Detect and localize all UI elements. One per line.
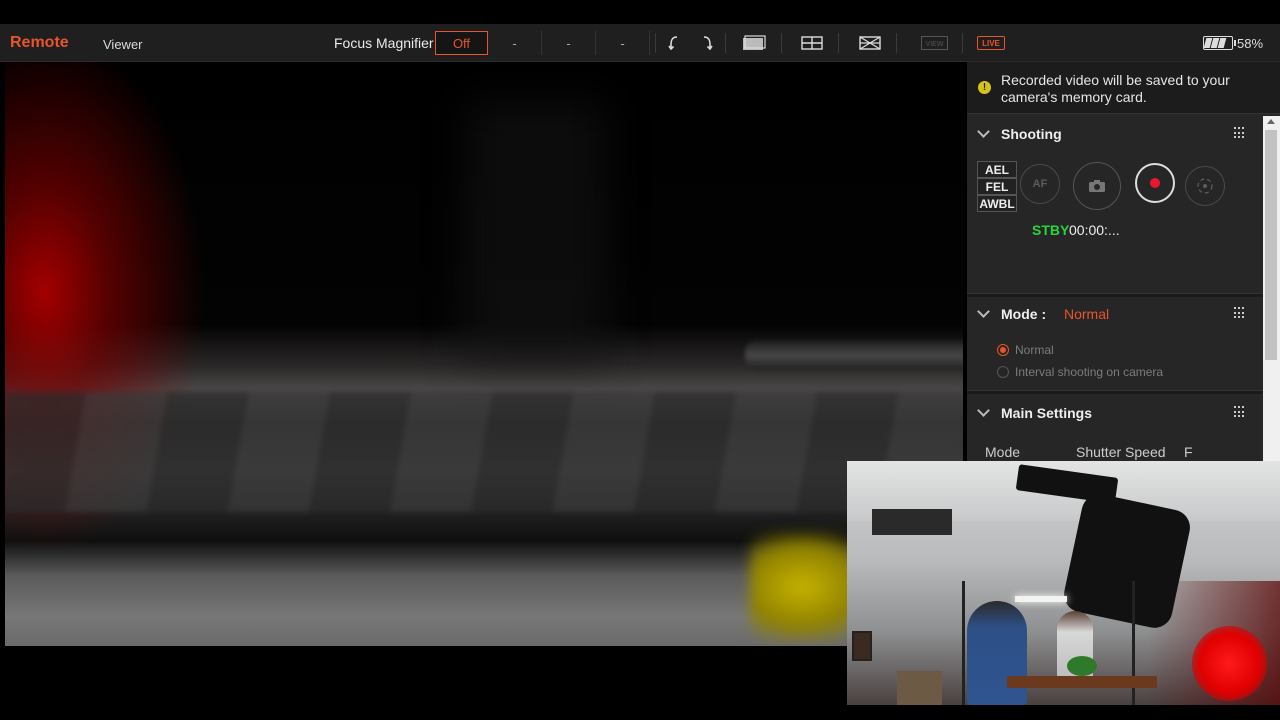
setting-label-shutter-speed: Shutter Speed (1076, 444, 1166, 460)
record-button[interactable] (1135, 163, 1175, 203)
toolbar-divider (962, 33, 963, 53)
scroll-up-arrow-icon[interactable] (1267, 119, 1275, 124)
focus-magnifier-group: Off - - - (435, 31, 650, 55)
tab-viewer[interactable]: Viewer (103, 37, 143, 52)
radio-unselected-icon (997, 366, 1009, 378)
record-status: STBY (1032, 222, 1070, 238)
section-mode-header[interactable]: Mode : Normal (967, 297, 1263, 331)
toolbar-divider (655, 33, 656, 53)
toolbar-divider (781, 33, 782, 53)
toolbar-divider (896, 33, 897, 53)
lock-buttons: AEL FEL AWBL (977, 161, 1017, 212)
fel-button[interactable]: FEL (977, 178, 1017, 195)
record-timecode: 00:00:... (1069, 222, 1120, 238)
drag-handle-icon[interactable] (1234, 406, 1246, 418)
section-shooting-header[interactable]: Shooting (967, 117, 1263, 151)
setting-label-mode: Mode (985, 444, 1021, 460)
webcam-overlay-video (847, 461, 1280, 705)
setting-label-aperture: F (1184, 444, 1193, 460)
chevron-down-icon[interactable] (977, 305, 990, 318)
mode-option-normal[interactable]: Normal (997, 343, 1054, 357)
notice-text: Recorded video will be saved to your cam… (1001, 72, 1230, 105)
chevron-down-icon[interactable] (977, 404, 990, 417)
focus-magnifier-option-button[interactable]: - (488, 31, 542, 55)
toolbar-divider (725, 33, 726, 53)
af-label: AF (1032, 178, 1048, 190)
mode-option-label: Normal (1015, 343, 1054, 357)
mode-option-interval[interactable]: Interval shooting on camera (997, 365, 1163, 379)
section-title-mode: Mode : (1001, 306, 1047, 322)
toolbar-divider (838, 33, 839, 53)
drag-handle-icon[interactable] (1234, 307, 1246, 319)
focus-magnifier-label: Focus Magnifier (334, 35, 434, 51)
awbl-button[interactable]: AWBL (977, 195, 1017, 212)
record-icon (1150, 178, 1160, 188)
drag-handle-icon[interactable] (1234, 127, 1246, 139)
guide-frame-icon[interactable] (859, 33, 881, 53)
live-badge: LIVE (977, 36, 1005, 50)
focus-magnifier-off-button[interactable]: Off (435, 31, 488, 55)
settings-panel: ! Recorded video will be saved to your c… (967, 62, 1280, 462)
af-button[interactable]: AF (1020, 164, 1060, 204)
capture-still-button[interactable] (1073, 162, 1121, 210)
focus-magnifier-option-button[interactable]: - (596, 31, 650, 55)
section-shooting-body: AEL FEL AWBL AF STBY 00:00:... (967, 151, 1263, 294)
radio-selected-icon (997, 344, 1009, 356)
warning-icon: ! (978, 81, 991, 94)
grid-lines-icon[interactable] (801, 33, 823, 53)
section-title-shooting: Shooting (1001, 126, 1062, 142)
focus-target-icon (1197, 178, 1213, 194)
svg-text:VIEW: VIEW (926, 41, 944, 48)
notice-banner: ! Recorded video will be saved to your c… (967, 62, 1280, 114)
af-area-button[interactable] (1185, 166, 1225, 206)
section-main-settings-header[interactable]: Main Settings (967, 396, 1263, 430)
panel-scrollbar[interactable] (1263, 116, 1280, 462)
top-toolbar: Remote Viewer Focus Magnifier Off - - - … (0, 24, 1280, 62)
focus-magnifier-option-button[interactable]: - (542, 31, 596, 55)
rotate-left-icon[interactable] (667, 33, 681, 53)
rotate-right-icon[interactable] (700, 33, 714, 53)
view-mode-icon[interactable]: VIEW (921, 33, 948, 53)
live-view-image[interactable] (5, 62, 963, 646)
overlay-display-icon[interactable] (742, 33, 766, 53)
chevron-down-icon[interactable] (977, 125, 990, 138)
camera-icon (1089, 180, 1105, 192)
battery-percent: 58% (1237, 36, 1264, 51)
mode-option-label: Interval shooting on camera (1015, 365, 1164, 379)
app-brand: Remote (10, 34, 69, 51)
section-title-main-settings: Main Settings (1001, 405, 1093, 421)
section-mode-body: Normal Interval shooting on camera (967, 331, 1263, 391)
mode-value: Normal (1064, 306, 1110, 322)
ael-button[interactable]: AEL (977, 161, 1017, 178)
battery-icon (1203, 36, 1236, 50)
scrollbar-thumb[interactable] (1265, 130, 1277, 360)
